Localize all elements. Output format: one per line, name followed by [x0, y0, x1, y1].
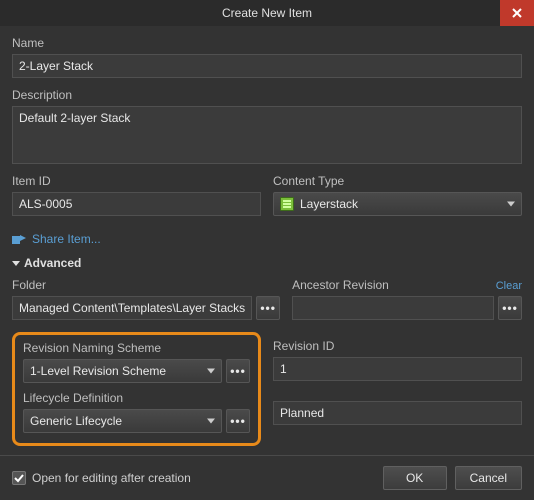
lifecycle-more-button[interactable]: •••	[226, 409, 250, 433]
close-button[interactable]	[500, 0, 534, 26]
close-icon	[512, 8, 522, 18]
check-icon	[14, 473, 24, 483]
cancel-button[interactable]: Cancel	[455, 466, 522, 490]
open-for-editing-label: Open for editing after creation	[32, 471, 375, 485]
revision-scheme-value: 1-Level Revision Scheme	[30, 364, 166, 378]
ancestor-revision-field[interactable]	[292, 296, 494, 320]
advanced-label: Advanced	[24, 256, 81, 270]
content-type-label: Content Type	[273, 174, 522, 188]
lifecycle-label: Lifecycle Definition	[23, 391, 250, 405]
description-label: Description	[12, 88, 522, 102]
ancestor-revision-label: Ancestor Revision	[292, 278, 389, 292]
chevron-down-icon	[207, 419, 215, 424]
revision-scheme-more-button[interactable]: •••	[226, 359, 250, 383]
folder-value: Managed Content\Templates\Layer Stacks	[19, 301, 245, 315]
revision-id-field[interactable]: 1	[273, 357, 522, 381]
name-field[interactable]: 2-Layer Stack	[12, 54, 522, 78]
folder-field[interactable]: Managed Content\Templates\Layer Stacks	[12, 296, 252, 320]
share-item-link[interactable]: Share Item...	[12, 232, 101, 246]
item-id-label: Item ID	[12, 174, 261, 188]
ancestor-clear-link[interactable]: Clear	[496, 280, 522, 292]
lifecycle-state-field: Planned	[273, 401, 522, 425]
lifecycle-dropdown[interactable]: Generic Lifecycle	[23, 409, 222, 433]
folder-label: Folder	[12, 278, 280, 292]
dialog-title: Create New Item	[222, 6, 312, 20]
chevron-down-icon	[507, 202, 515, 207]
revision-id-value: 1	[280, 362, 287, 376]
revision-id-label: Revision ID	[273, 339, 522, 353]
content-type-dropdown[interactable]: Layerstack	[273, 192, 522, 216]
advanced-section-header[interactable]: Advanced	[12, 256, 522, 270]
chevron-down-icon	[12, 261, 20, 266]
lifecycle-state-value: Planned	[280, 406, 324, 420]
lifecycle-value: Generic Lifecycle	[30, 414, 122, 428]
open-for-editing-checkbox[interactable]	[12, 471, 26, 485]
description-field[interactable]: Default 2-layer Stack	[12, 106, 522, 164]
folder-browse-button[interactable]: •••	[256, 296, 280, 320]
revision-scheme-label: Revision Naming Scheme	[23, 341, 250, 355]
item-id-field[interactable]: ALS-0005	[12, 192, 261, 216]
titlebar: Create New Item	[0, 0, 534, 26]
revision-scheme-dropdown[interactable]: 1-Level Revision Scheme	[23, 359, 222, 383]
name-value: 2-Layer Stack	[19, 59, 93, 73]
dialog-footer: Open for editing after creation OK Cance…	[0, 455, 534, 500]
content-type-value: Layerstack	[300, 197, 358, 211]
item-id-value: ALS-0005	[19, 197, 72, 211]
share-item-label: Share Item...	[32, 232, 101, 246]
name-label: Name	[12, 36, 522, 50]
ancestor-browse-button[interactable]: •••	[498, 296, 522, 320]
highlight-region: Revision Naming Scheme 1-Level Revision …	[12, 332, 261, 446]
description-value: Default 2-layer Stack	[19, 111, 130, 125]
share-icon	[12, 233, 26, 245]
layerstack-icon	[280, 197, 294, 211]
chevron-down-icon	[207, 369, 215, 374]
ok-button[interactable]: OK	[383, 466, 447, 490]
